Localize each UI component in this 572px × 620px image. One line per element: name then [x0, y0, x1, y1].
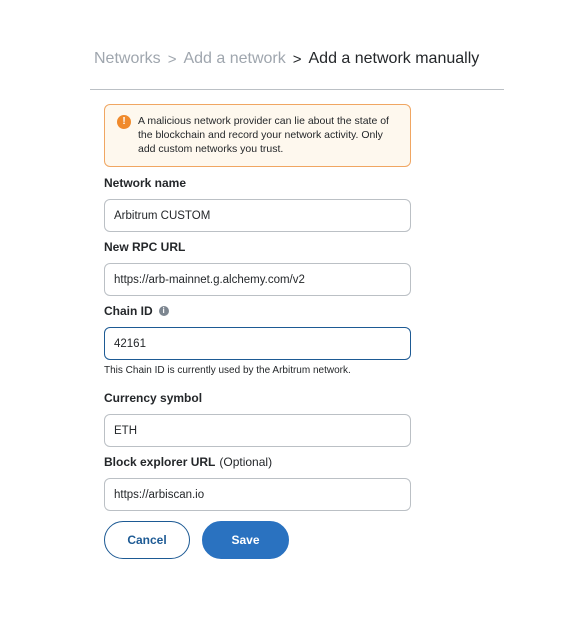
- cancel-button[interactable]: Cancel: [104, 521, 190, 559]
- currency-symbol-field[interactable]: [104, 414, 411, 447]
- breadcrumb-separator: >: [167, 50, 177, 68]
- rpc-url-label-text: New RPC URL: [104, 240, 186, 254]
- page-title: Add a network manually: [308, 50, 480, 67]
- save-button[interactable]: Save: [202, 521, 289, 559]
- block-explorer-label-text: Block explorer URL: [104, 455, 216, 469]
- network-name-label: Network name: [104, 176, 186, 190]
- add-network-page: Networks > Add a network > Add a network…: [0, 0, 572, 620]
- header-divider: [90, 89, 504, 90]
- network-name-field[interactable]: [104, 199, 411, 232]
- block-explorer-label: Block explorer URL (Optional): [104, 455, 272, 469]
- block-explorer-field[interactable]: [104, 478, 411, 511]
- breadcrumb-separator: >: [292, 50, 302, 68]
- chain-id-helper-text: This Chain ID is currently used by the A…: [104, 365, 351, 376]
- chain-id-label-text: Chain ID: [104, 304, 153, 318]
- chain-id-label: Chain ID i: [104, 304, 169, 318]
- optional-tag: (Optional): [219, 455, 273, 469]
- warning-text: A malicious network provider can lie abo…: [138, 115, 389, 155]
- breadcrumb: Networks > Add a network > Add a network…: [94, 50, 479, 68]
- currency-symbol-label: Currency symbol: [104, 391, 202, 405]
- rpc-url-field[interactable]: [104, 263, 411, 296]
- info-icon[interactable]: i: [158, 306, 169, 316]
- rpc-url-label: New RPC URL: [104, 240, 185, 254]
- exclamation-icon: !: [117, 115, 131, 129]
- currency-symbol-label-text: Currency symbol: [104, 391, 203, 405]
- network-name-label-text: Network name: [104, 176, 187, 190]
- warning-banner: ! A malicious network provider can lie a…: [104, 104, 411, 167]
- breadcrumb-networks[interactable]: Networks: [94, 50, 161, 68]
- breadcrumb-add-network[interactable]: Add a network: [183, 50, 285, 68]
- chain-id-field[interactable]: [104, 327, 411, 360]
